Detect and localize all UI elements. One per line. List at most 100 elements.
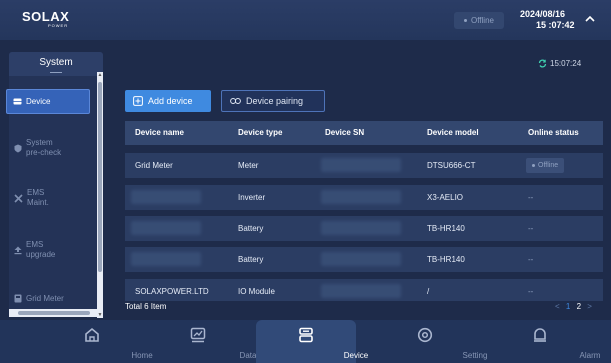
sidebar-item-label-line1: EMS	[27, 188, 45, 197]
nav-label: Alarm	[579, 351, 601, 360]
cell-online-status: --	[528, 193, 534, 202]
cell-device-name: Grid Meter	[135, 161, 173, 170]
cell-device-type: Battery	[238, 255, 264, 264]
table-row[interactable]: Inverter X3-AELIO --	[125, 185, 603, 210]
device-icon	[13, 98, 22, 105]
cell-device-type: Battery	[238, 224, 264, 233]
total-items: Total 6 Item	[125, 302, 167, 311]
last-refresh-time: 15:07:24	[550, 59, 582, 68]
column-header-device-type[interactable]: Device type	[238, 128, 282, 137]
cell-device-model: /	[427, 287, 430, 296]
header-date: 2024/08/16	[520, 9, 566, 19]
plus-box-icon	[133, 96, 143, 106]
sidebar-item-label-line2: pre-check	[26, 148, 62, 157]
sidebar-item-label-line2: upgrade	[26, 250, 56, 259]
cell-online-status: --	[528, 255, 534, 264]
cell-device-model: DTSU666-CT	[427, 161, 476, 170]
connection-status-text: Offline	[471, 16, 494, 25]
device-stack-icon	[299, 327, 313, 343]
solax-logo: SOLAX POWER	[22, 9, 70, 28]
nav-data[interactable]: Data	[148, 320, 256, 363]
cell-device-name: SOLAXPOWER.LTD	[135, 287, 209, 296]
sidebar-item-ems-maint[interactable]: EMS Maint.	[6, 188, 90, 208]
pager-next-button[interactable]: >	[587, 302, 592, 311]
redacted-sn	[321, 221, 401, 235]
scrollbar-thumb[interactable]	[98, 82, 102, 272]
bottom-nav: Home Data Device Setting Alarm	[0, 320, 611, 363]
sidebar-horizontal-scrollbar[interactable]	[9, 309, 97, 317]
logo-subtext: POWER	[48, 23, 69, 28]
cell-online-status: Offline	[538, 162, 559, 169]
nav-alarm[interactable]: Alarm	[490, 320, 600, 363]
cell-online-status: --	[528, 224, 534, 233]
pagination: < 1 2 >	[555, 302, 592, 311]
sidebar-title-text: System	[39, 57, 73, 68]
cell-device-model: TB-HR140	[427, 255, 465, 264]
upgrade-icon	[14, 246, 22, 254]
sidebar-item-label: Grid Meter	[26, 294, 64, 303]
table-row[interactable]: SOLAXPOWER.LTD IO Module / --	[125, 279, 603, 301]
scrollbar-thumb[interactable]	[18, 311, 90, 315]
status-dot-icon	[464, 19, 467, 23]
table-row[interactable]: Grid Meter Meter DTSU666-CT Offline	[125, 153, 603, 178]
table-header: Device name Device type Device SN Device…	[125, 121, 603, 145]
pager-page-1[interactable]: 1	[566, 302, 570, 311]
link-icon	[230, 98, 241, 104]
pager-prev-button[interactable]: <	[555, 302, 560, 311]
scroll-down-arrow-icon[interactable]: ▼	[97, 312, 103, 318]
status-dot-icon	[532, 163, 535, 167]
alarm-icon	[534, 328, 546, 342]
device-pairing-label: Device pairing	[246, 96, 304, 106]
sidebar-item-label-line1: EMS	[26, 240, 44, 249]
header-time: 15 :07:42	[536, 20, 575, 30]
sidebar-title: System	[9, 52, 103, 76]
status-badge: Offline	[526, 158, 565, 173]
sidebar-item-system-precheck[interactable]: System pre-check	[6, 138, 90, 158]
column-header-online-status[interactable]: Online status	[528, 128, 579, 137]
title-underline	[50, 72, 62, 73]
cell-device-model: X3-AELIO	[427, 193, 464, 202]
top-bar: SOLAX POWER Offline 2024/08/16 15 :07:42	[0, 0, 611, 40]
sidebar-item-grid-meter[interactable]: Grid Meter	[6, 294, 90, 303]
cell-device-type: Meter	[238, 161, 259, 170]
redacted-sn	[321, 252, 401, 266]
redacted-sn	[321, 158, 401, 172]
refresh-icon[interactable]	[538, 59, 547, 68]
meter-icon	[14, 294, 22, 303]
setting-icon	[417, 327, 433, 343]
column-header-device-sn[interactable]: Device SN	[325, 128, 364, 137]
nav-device[interactable]: Device	[256, 320, 368, 363]
logo-text: SOLAX	[22, 9, 70, 24]
table-row[interactable]: Battery TB-HR140 --	[125, 216, 603, 241]
nav-setting[interactable]: Setting	[375, 320, 487, 363]
device-pairing-button[interactable]: Device pairing	[221, 90, 325, 112]
redacted-name	[131, 190, 201, 204]
add-device-button[interactable]: Add device	[125, 90, 211, 112]
redacted-name	[131, 221, 201, 235]
redacted-sn	[321, 190, 401, 204]
sidebar-vertical-scrollbar[interactable]: ▲ ▼	[97, 72, 103, 318]
nav-home[interactable]: Home	[42, 320, 153, 363]
scroll-up-arrow-icon[interactable]: ▲	[97, 72, 103, 78]
column-header-device-name[interactable]: Device name	[135, 128, 184, 137]
redacted-sn	[321, 284, 401, 298]
sidebar-item-device[interactable]: Device	[6, 89, 90, 114]
sidebar-item-label: Device	[26, 97, 51, 106]
pager-page-2[interactable]: 2	[577, 302, 581, 311]
home-icon	[85, 327, 99, 342]
connection-status-badge: Offline	[454, 12, 504, 29]
shield-check-icon	[14, 144, 22, 152]
datetime: 2024/08/16 15 :07:42	[520, 9, 575, 31]
sidebar-item-ems-upgrade[interactable]: EMS upgrade	[6, 240, 90, 260]
column-header-device-model[interactable]: Device model	[427, 128, 479, 137]
table-row[interactable]: Battery TB-HR140 --	[125, 247, 603, 272]
cell-online-status: --	[528, 287, 534, 296]
cell-device-type: Inverter	[238, 193, 266, 202]
chevron-up-icon[interactable]	[585, 14, 595, 24]
chart-icon	[190, 327, 206, 343]
tools-icon	[14, 193, 23, 203]
cell-device-type: IO Module	[238, 287, 275, 296]
sidebar-item-label-line1: System	[26, 138, 53, 147]
redacted-name	[131, 252, 201, 266]
cell-device-model: TB-HR140	[427, 224, 465, 233]
